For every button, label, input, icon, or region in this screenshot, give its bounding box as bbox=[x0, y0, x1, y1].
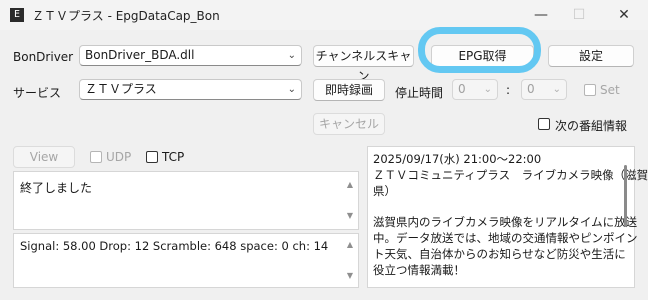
program-title-line1: ＺＴＶコミュニティプラス ライブカメラ映像（滋賀 bbox=[373, 168, 648, 182]
chevron-down-icon: ⌄ bbox=[552, 84, 561, 95]
program-title-line2: 県） bbox=[373, 184, 396, 198]
bondriver-label: BonDriver bbox=[13, 50, 74, 64]
program-info-panel[interactable]: 2025/09/17(水) 21:00～22:00 ＺＴＶコミュニティプラス ラ… bbox=[367, 146, 648, 288]
next-program-checkbox[interactable] bbox=[538, 118, 550, 130]
stop-time-label: 停止時間 bbox=[395, 86, 444, 100]
set-checkbox bbox=[584, 84, 596, 96]
bondriver-selected: BonDriver_BDA.dll bbox=[85, 48, 195, 62]
program-desc-line4: 役立つ情報満載！ bbox=[373, 263, 465, 277]
scroll-down-arrow-icon[interactable]: ▼ bbox=[345, 271, 355, 281]
scroll-up-arrow-icon[interactable]: ▲ bbox=[345, 180, 355, 190]
main-window: E ＺＴＶプラス - EpgDataCap_Bon — ☐ ✕ BonDrive… bbox=[0, 0, 648, 300]
chevron-down-icon: ⌄ bbox=[483, 84, 492, 95]
app-icon: E bbox=[10, 8, 24, 22]
service-select[interactable]: ＺＴＶプラス ⌄ bbox=[79, 79, 302, 100]
stop-hour-value: 0 bbox=[458, 82, 466, 96]
log-scrollbar[interactable]: ▲ ▼ bbox=[344, 174, 356, 227]
settings-button[interactable]: 設定 bbox=[548, 45, 634, 67]
scroll-up-arrow-icon[interactable]: ▲ bbox=[345, 240, 355, 250]
scroll-thumb[interactable] bbox=[624, 165, 627, 227]
stop-minute-value: 0 bbox=[527, 82, 535, 96]
channel-scan-button[interactable]: チャンネルスキャン bbox=[313, 45, 414, 83]
service-selected: ＺＴＶプラス bbox=[85, 82, 157, 96]
udp-label: UDP bbox=[106, 150, 132, 164]
next-program-label: 次の番組情報 bbox=[555, 119, 628, 133]
title-bar[interactable]: E ＺＴＶプラス - EpgDataCap_Bon — ☐ ✕ bbox=[0, 0, 648, 30]
program-datetime: 2025/09/17(水) 21:00～22:00 bbox=[373, 152, 542, 166]
program-desc-line3: ト天気、自治体からのお知らせなど防災や生活に bbox=[373, 247, 626, 261]
scroll-down-arrow-icon[interactable]: ▼ bbox=[345, 211, 355, 221]
set-label: Set bbox=[600, 83, 620, 97]
view-button: View bbox=[13, 146, 75, 168]
bondriver-select[interactable]: BonDriver_BDA.dll ⌄ bbox=[79, 45, 302, 66]
stop-minute-select: 0 ⌄ bbox=[521, 79, 567, 100]
program-info-text: 2025/09/17(水) 21:00～22:00 ＺＴＶコミュニティプラス ラ… bbox=[373, 151, 648, 278]
tcp-checkbox[interactable] bbox=[146, 151, 158, 163]
program-desc-line2: 中。データ放送では、地域の交通情報やピンポイン bbox=[373, 231, 638, 245]
status-scrollbar[interactable]: ▲ ▼ bbox=[344, 236, 356, 285]
status-panel[interactable]: Signal: 58.00 Drop: 12 Scramble: 648 spa… bbox=[13, 233, 359, 288]
log-text: 終了しました bbox=[20, 181, 93, 195]
maximize-icon: ☐ bbox=[572, 7, 586, 23]
chevron-down-icon: ⌄ bbox=[287, 84, 296, 95]
time-separator: : bbox=[506, 83, 511, 97]
service-label: サービス bbox=[13, 86, 62, 100]
udp-checkbox bbox=[90, 151, 102, 163]
minimize-icon[interactable]: — bbox=[520, 0, 562, 30]
close-icon[interactable]: ✕ bbox=[603, 0, 645, 30]
cancel-button: キャンセル bbox=[313, 113, 385, 135]
log-panel[interactable]: 終了しました ▲ ▼ bbox=[13, 171, 359, 230]
chevron-down-icon: ⌄ bbox=[287, 50, 296, 61]
window-title: ＺＴＶプラス - EpgDataCap_Bon bbox=[32, 9, 220, 23]
program-desc-line1: 滋賀県内のライブカメラ映像をリアルタイムに放送 bbox=[373, 215, 638, 229]
annotation-highlight-ellipse bbox=[418, 27, 541, 73]
status-text: Signal: 58.00 Drop: 12 Scramble: 648 spa… bbox=[20, 239, 329, 253]
program-info-scrollbar[interactable] bbox=[620, 149, 632, 285]
tcp-label: TCP bbox=[162, 150, 185, 164]
instant-record-button[interactable]: 即時録画 bbox=[313, 79, 385, 101]
stop-hour-select: 0 ⌄ bbox=[452, 79, 498, 100]
